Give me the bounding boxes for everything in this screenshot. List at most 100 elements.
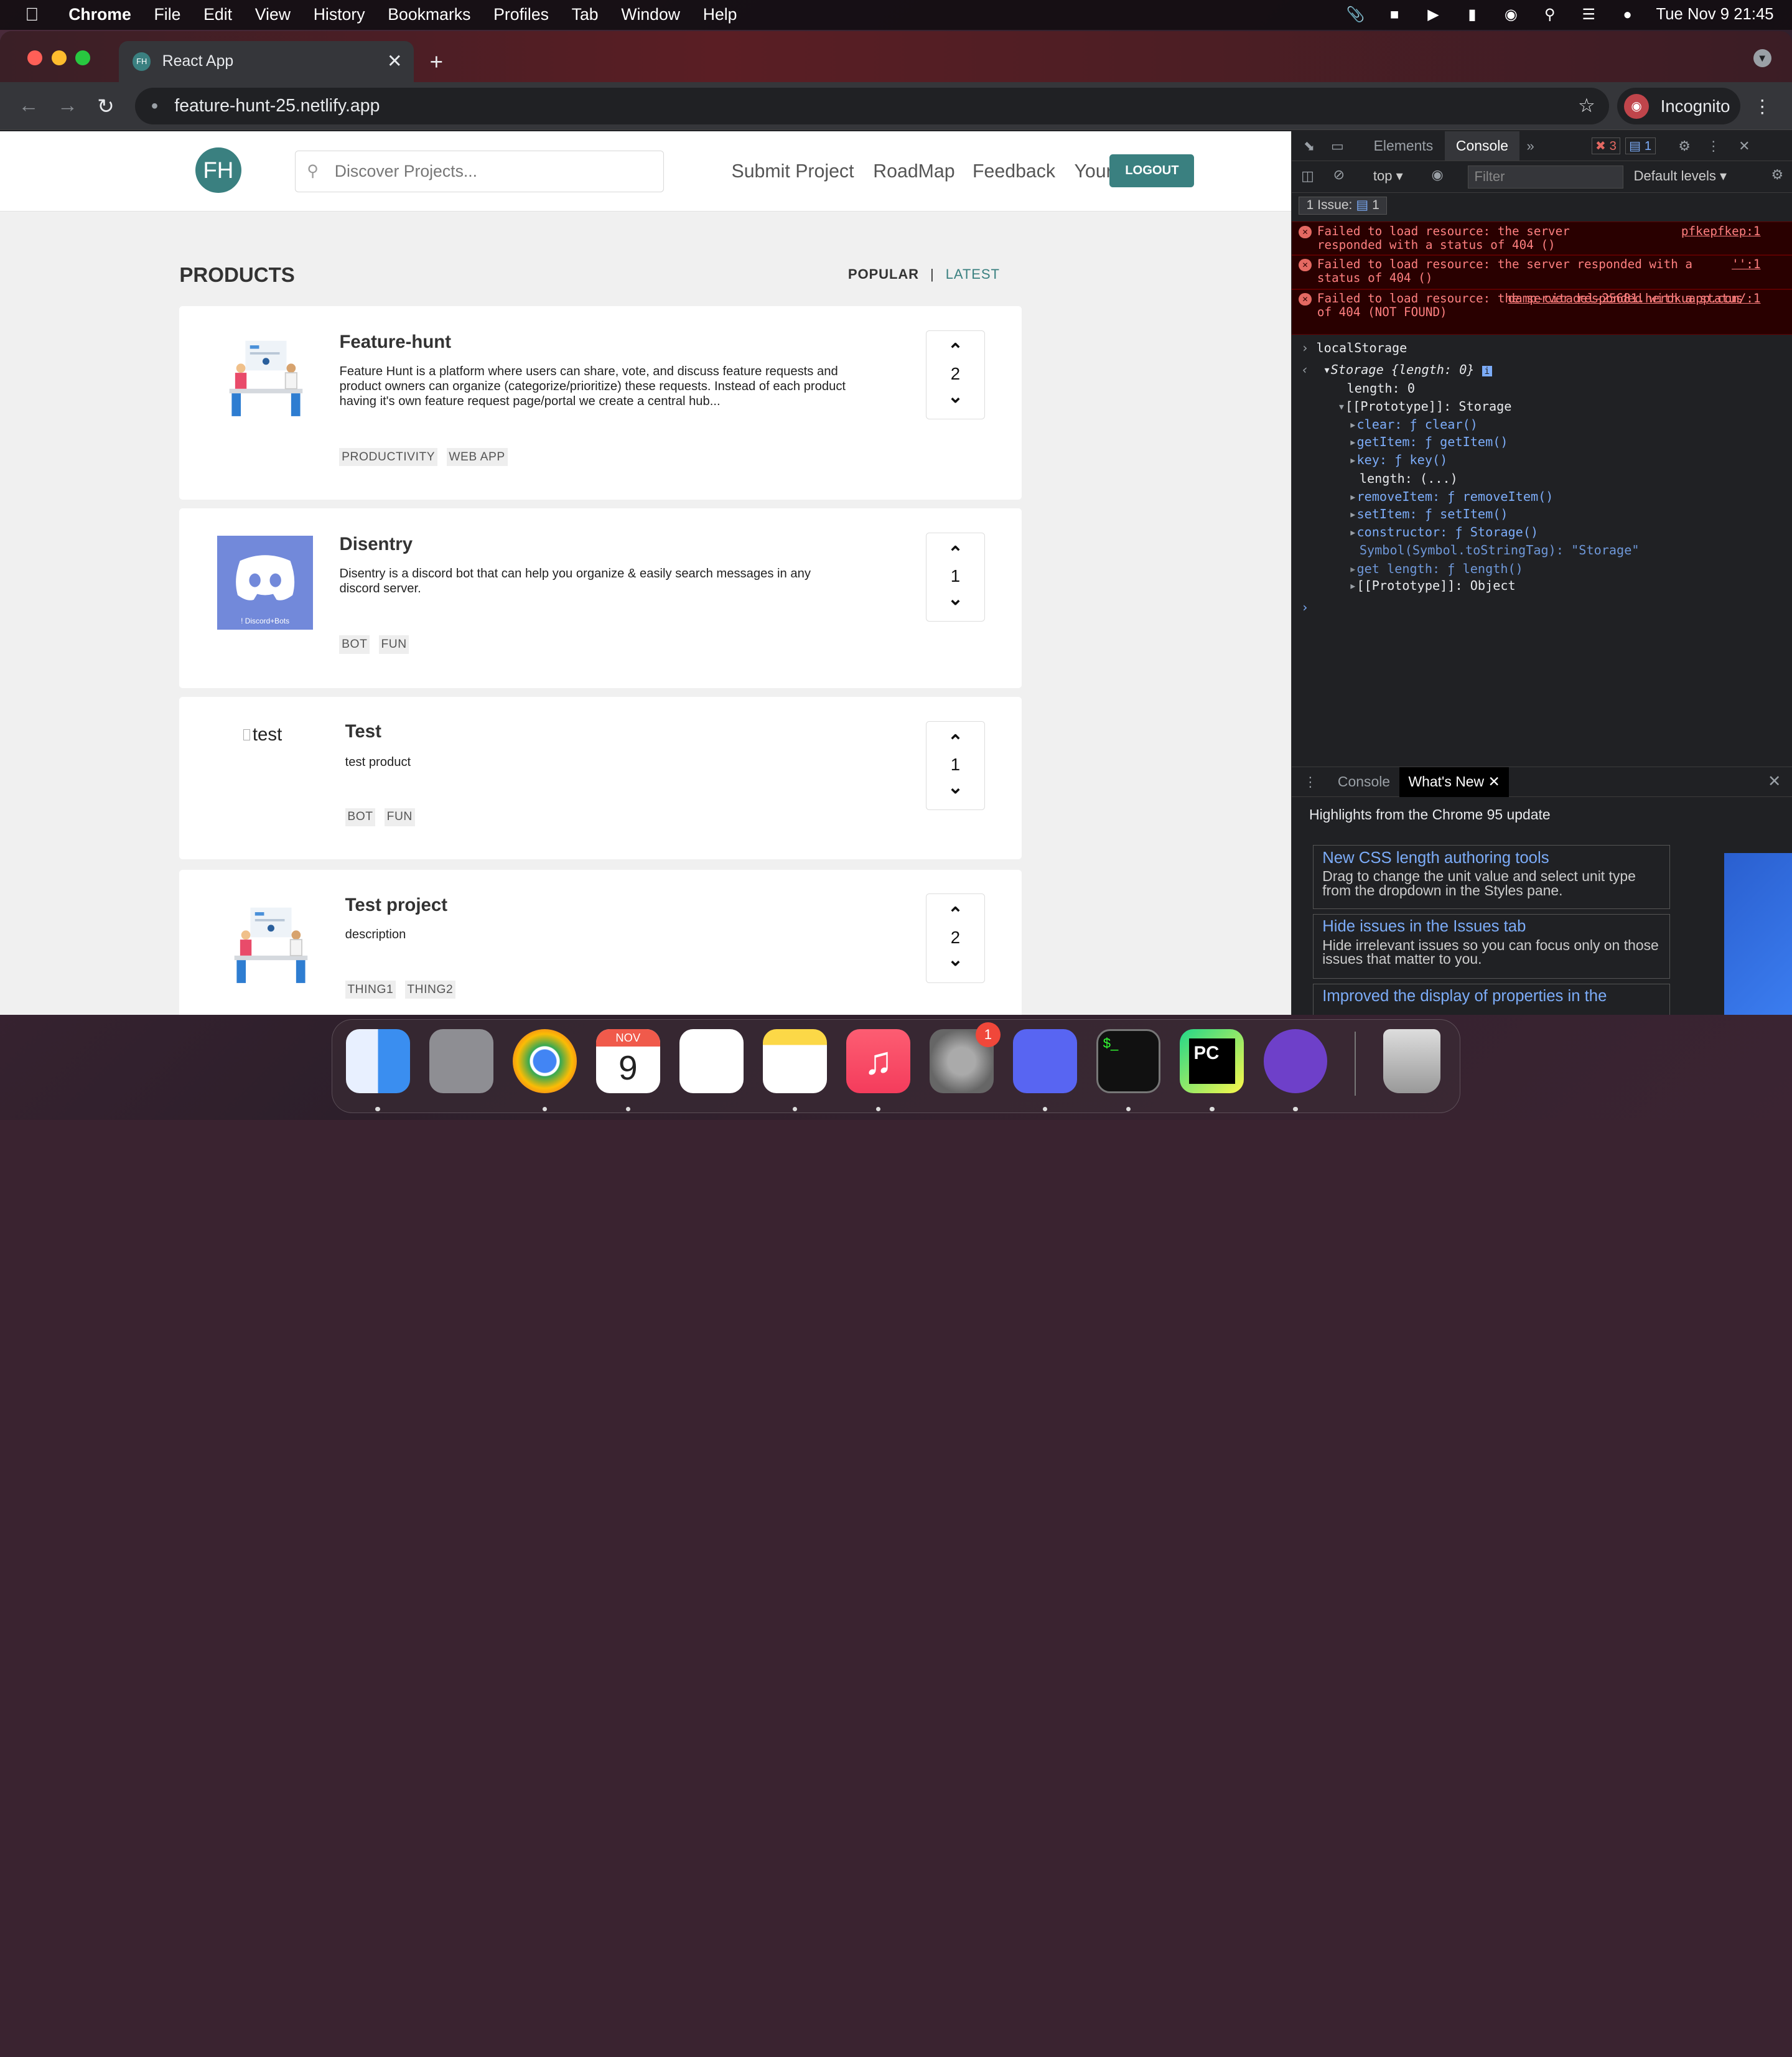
tree-prototype[interactable]: ▾[[Prototype]]: Storage bbox=[1338, 399, 1512, 414]
bi-icon[interactable]: ■ bbox=[1384, 7, 1405, 23]
clear-console-icon[interactable]: ⊘ bbox=[1333, 167, 1345, 183]
spotlight-icon[interactable]: ⚲ bbox=[1539, 7, 1560, 23]
issues-bar[interactable]: 1 Issue: ▤ 1 bbox=[1299, 196, 1387, 215]
url-text[interactable]: feature-hunt-25.netlify.app bbox=[174, 96, 380, 116]
whats-new-card-title[interactable]: Hide issues in the Issues tab bbox=[1322, 918, 1661, 936]
product-card[interactable]: test Test test product BOT FUN ⌃ 1 ⌄ bbox=[179, 697, 1022, 860]
tag[interactable]: PRODUCTIVITY bbox=[339, 447, 437, 467]
close-whats-new-icon[interactable]: ✕ bbox=[1488, 773, 1500, 790]
downvote-chevron-icon[interactable]: ⌄ bbox=[926, 386, 985, 409]
downvote-chevron-icon[interactable]: ⌄ bbox=[926, 949, 985, 972]
whats-new-card[interactable]: New CSS length authoring tools Drag to c… bbox=[1312, 845, 1671, 910]
tree-constructor[interactable]: ▸constructor: ƒ Storage() bbox=[1349, 525, 1538, 539]
menu-history[interactable]: History bbox=[314, 5, 365, 24]
tag[interactable]: BOT bbox=[339, 635, 370, 654]
drawer-menu-icon[interactable]: ⋮ bbox=[1304, 774, 1317, 790]
upvote-chevron-icon[interactable]: ⌃ bbox=[926, 903, 985, 926]
site-logo[interactable]: FH bbox=[195, 147, 241, 194]
error-source-link[interactable]: '':1 bbox=[1732, 258, 1760, 271]
whats-new-card[interactable]: Improved the display of properties in th… bbox=[1312, 983, 1671, 1015]
close-devtools-icon[interactable]: ✕ bbox=[1738, 138, 1750, 154]
tree-getitem[interactable]: ▸getItem: ƒ getItem() bbox=[1349, 434, 1508, 449]
sort-latest[interactable]: LATEST bbox=[946, 266, 1000, 282]
sort-popular[interactable]: POPULAR bbox=[848, 266, 919, 282]
paperclip-icon[interactable]: 📎 bbox=[1345, 7, 1366, 23]
close-tab-icon[interactable]: ✕ bbox=[387, 50, 403, 72]
product-title[interactable]: Disentry bbox=[339, 534, 413, 555]
play-icon[interactable]: ▶ bbox=[1423, 7, 1444, 23]
menu-app-name[interactable]: Chrome bbox=[68, 5, 131, 24]
lock-icon[interactable]: ● bbox=[151, 99, 158, 113]
tree-key[interactable]: ▸key: ƒ key() bbox=[1349, 452, 1447, 467]
tag[interactable]: WEB APP bbox=[446, 447, 508, 467]
tag[interactable]: THING1 bbox=[345, 980, 396, 999]
whats-new-card-title[interactable]: New CSS length authoring tools bbox=[1322, 849, 1661, 867]
github-desktop-icon[interactable] bbox=[1263, 1029, 1328, 1093]
bookmark-star-icon[interactable]: ☆ bbox=[1578, 95, 1595, 117]
product-title[interactable]: Test project bbox=[345, 895, 447, 916]
sidebar-toggle-icon[interactable]: ◫ bbox=[1301, 168, 1314, 184]
nav-your[interactable]: Your bbox=[1074, 161, 1112, 182]
menu-file[interactable]: File bbox=[154, 5, 181, 24]
new-tab-button[interactable]: + bbox=[430, 49, 443, 75]
close-drawer-icon[interactable]: ✕ bbox=[1768, 772, 1781, 791]
drawer-tab-whats-new[interactable]: What's New ✕ bbox=[1399, 767, 1510, 797]
settings-gear-icon[interactable]: ⚙ bbox=[1678, 138, 1691, 154]
console-settings-icon[interactable]: ⚙ bbox=[1771, 167, 1783, 183]
tab-react-app[interactable]: FH React App ✕ bbox=[119, 41, 414, 83]
whats-new-card[interactable]: Hide issues in the Issues tab Hide irrel… bbox=[1312, 913, 1671, 979]
minimize-window-button[interactable] bbox=[51, 50, 67, 65]
drawer-tab-console[interactable]: Console bbox=[1328, 767, 1399, 797]
devtools-menu-icon[interactable]: ⋮ bbox=[1707, 138, 1720, 154]
launchpad-icon[interactable] bbox=[429, 1029, 493, 1093]
menu-help[interactable]: Help bbox=[703, 5, 737, 24]
system-preferences-icon[interactable]: 1 bbox=[930, 1022, 1001, 1093]
upvote-chevron-icon[interactable]: ⌃ bbox=[926, 543, 985, 566]
chrome-icon[interactable] bbox=[512, 1029, 577, 1093]
message-counter[interactable]: ▤ 1 bbox=[1625, 138, 1656, 155]
forward-icon[interactable]: → bbox=[57, 94, 78, 118]
tab-elements[interactable]: Elements bbox=[1362, 131, 1444, 161]
tree-clear[interactable]: ▸clear: ƒ clear() bbox=[1349, 417, 1478, 432]
tag[interactable]: BOT bbox=[345, 808, 376, 826]
menu-tab[interactable]: Tab bbox=[572, 5, 599, 24]
upvote-chevron-icon[interactable]: ⌃ bbox=[926, 731, 985, 754]
error-source-link[interactable]: pfkepfkep:1 bbox=[1681, 224, 1761, 238]
product-card[interactable]: ! Discord+Bots Disentry Disentry is a di… bbox=[179, 508, 1022, 688]
tab-search-icon[interactable]: ▼ bbox=[1753, 49, 1771, 68]
close-window-button[interactable] bbox=[27, 50, 42, 65]
address-bar[interactable]: ● feature-hunt-25.netlify.app ☆ bbox=[134, 88, 1610, 125]
more-tabs-icon[interactable]: » bbox=[1526, 138, 1534, 154]
error-source-link[interactable]: damp-citadel-25681.herokuapp.com/:1 bbox=[1508, 292, 1761, 306]
inspect-element-icon[interactable]: ⬊ bbox=[1304, 138, 1315, 154]
tab-console[interactable]: Console bbox=[1444, 131, 1520, 161]
terminal-icon[interactable]: $_ bbox=[1096, 1029, 1161, 1093]
logout-button[interactable]: LOGOUT bbox=[1109, 154, 1195, 188]
discord-icon[interactable] bbox=[1013, 1029, 1078, 1093]
nav-submit-project[interactable]: Submit Project bbox=[731, 161, 854, 182]
reload-icon[interactable]: ↻ bbox=[97, 94, 114, 119]
chrome-menu-icon[interactable]: ⋮ bbox=[1753, 96, 1771, 118]
music-icon[interactable]: ♫ bbox=[846, 1029, 910, 1093]
context-select[interactable]: top ▾ bbox=[1373, 168, 1403, 184]
zoom-window-button[interactable] bbox=[75, 50, 91, 65]
tree-removeitem[interactable]: ▸removeItem: ƒ removeItem() bbox=[1349, 489, 1553, 504]
control-center-icon[interactable]: ☰ bbox=[1579, 7, 1599, 23]
menu-edit[interactable]: Edit bbox=[203, 5, 232, 24]
live-expression-eye-icon[interactable]: ◉ bbox=[1432, 167, 1444, 183]
tree-object-prototype[interactable]: ▸[[Prototype]]: Object bbox=[1349, 578, 1515, 593]
wifi-icon[interactable]: ◉ bbox=[1501, 7, 1521, 23]
notes-icon[interactable] bbox=[763, 1029, 827, 1093]
whats-new-card-title[interactable]: Improved the display of properties in th… bbox=[1322, 987, 1661, 1005]
menu-clock[interactable]: Tue Nov 9 21:45 bbox=[1656, 6, 1773, 24]
menu-window[interactable]: Window bbox=[621, 5, 680, 24]
tree-get-length[interactable]: ▸get length: ƒ length() bbox=[1349, 561, 1523, 576]
nav-roadmap[interactable]: RoadMap bbox=[873, 161, 954, 182]
back-icon[interactable]: ← bbox=[18, 94, 39, 118]
apple-icon[interactable]:  bbox=[25, 4, 39, 26]
search-input[interactable]: ⚲ Discover Projects... bbox=[294, 151, 665, 192]
battery-icon[interactable]: ▮ bbox=[1462, 7, 1482, 23]
reminders-icon[interactable] bbox=[679, 1029, 744, 1093]
tag[interactable]: THING2 bbox=[404, 980, 455, 999]
device-toolbar-icon[interactable]: ▭ bbox=[1331, 138, 1344, 154]
